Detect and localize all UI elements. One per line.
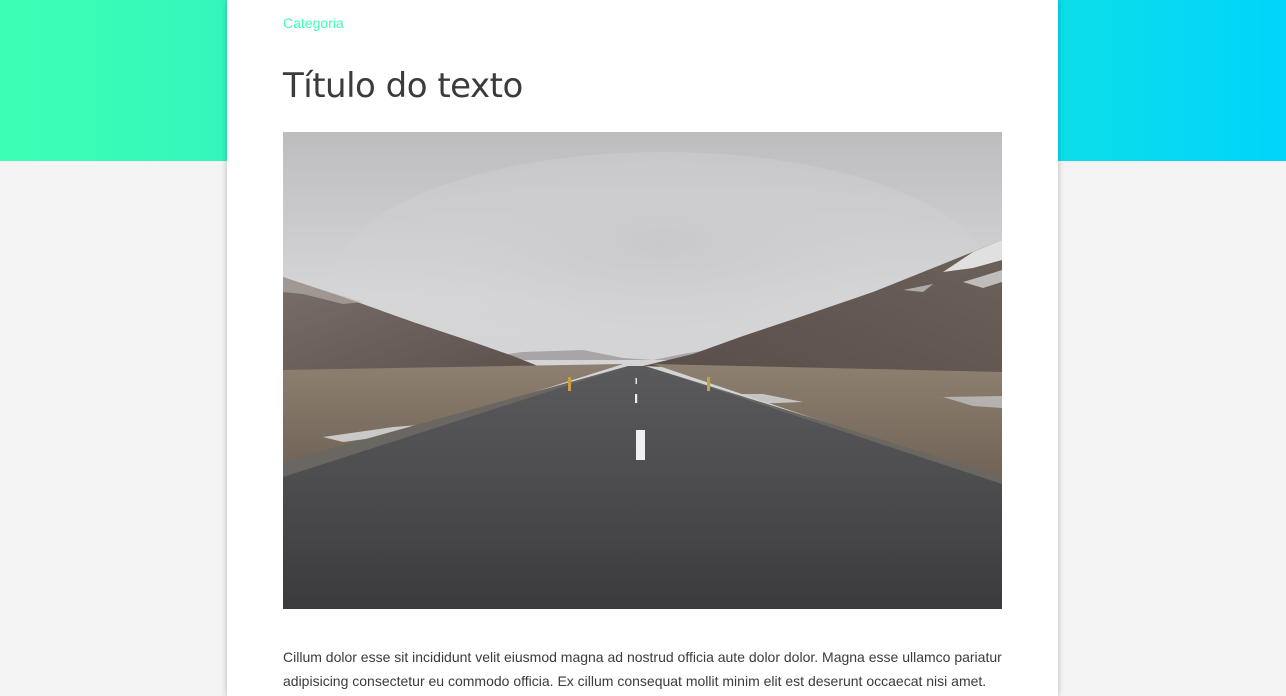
article-card: Categoria Título do texto Cillum dolor e…: [227, 0, 1058, 696]
article-body-text: Cillum dolor esse sit incididunt velit e…: [283, 649, 1002, 689]
category-link[interactable]: Categoria: [283, 15, 344, 31]
article-title: Título do texto: [283, 66, 523, 106]
article-hero-image: [283, 132, 1002, 609]
